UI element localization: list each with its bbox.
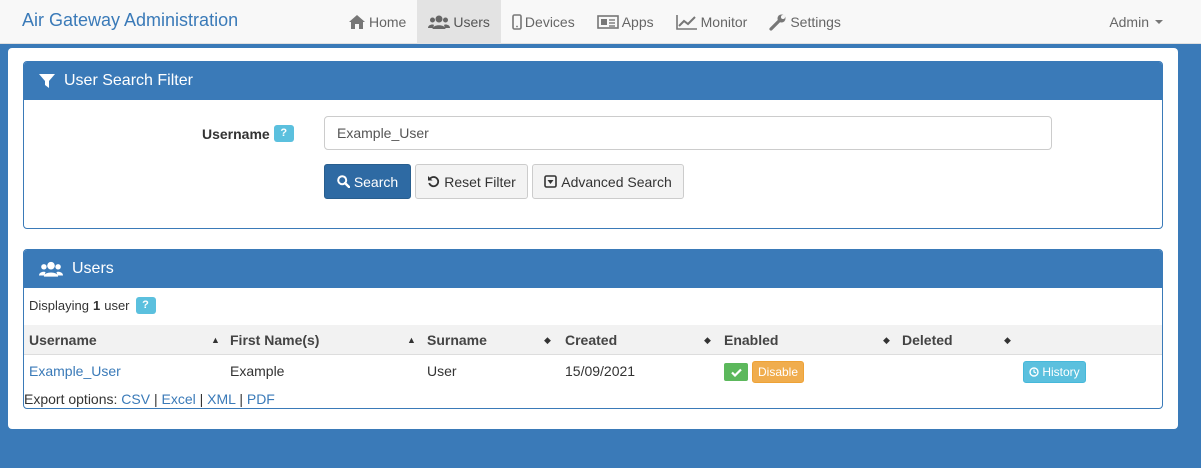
- sort-icon[interactable]: ◆: [704, 325, 711, 355]
- username-input[interactable]: [324, 116, 1052, 150]
- export-pdf-link[interactable]: PDF: [247, 391, 275, 407]
- users-panel-title: Users: [72, 260, 114, 277]
- advanced-search-label: Advanced Search: [561, 173, 672, 190]
- nav-item-monitor[interactable]: Monitor: [665, 0, 759, 44]
- reset-filter-label: Reset Filter: [444, 173, 516, 190]
- history-label: History: [1042, 365, 1080, 379]
- nav-label-users: Users: [453, 14, 490, 30]
- filter-panel-title: User Search Filter: [64, 72, 193, 89]
- column-created[interactable]: Created: [565, 325, 617, 355]
- separator: |: [239, 391, 243, 407]
- main-nav: Home Users Devices Apps Monitor Settings: [337, 0, 852, 44]
- column-username[interactable]: Username: [29, 325, 97, 355]
- users-panel: Users Displaying 1 user ? Username ▲ Fir…: [23, 249, 1163, 409]
- displaying-count: Displaying 1 user ?: [29, 297, 156, 314]
- newspaper-icon: [596, 15, 619, 29]
- username-link[interactable]: Example_User: [29, 363, 121, 379]
- filter-icon: [39, 74, 55, 88]
- undo-icon: [428, 176, 440, 188]
- user-count: 1: [92, 298, 101, 313]
- nav-item-settings[interactable]: Settings: [758, 0, 852, 44]
- export-csv-link[interactable]: CSV: [121, 391, 150, 407]
- cell-created: 15/09/2021: [565, 363, 636, 379]
- home-icon: [349, 15, 365, 29]
- nav-item-devices[interactable]: Devices: [501, 0, 586, 44]
- advanced-search-button[interactable]: Advanced Search: [532, 164, 684, 199]
- displaying-prefix: Displaying: [29, 298, 89, 313]
- search-icon: [337, 175, 350, 188]
- export-label: Export options:: [24, 391, 118, 407]
- sort-icon[interactable]: ▲: [407, 325, 416, 355]
- admin-dropdown[interactable]: Admin: [1109, 0, 1163, 44]
- sort-icon[interactable]: ◆: [1004, 325, 1011, 355]
- users-panel-heading: Users: [24, 250, 1162, 288]
- check-icon: [730, 368, 742, 377]
- main-container: User Search Filter Username ? Search Res…: [8, 48, 1178, 429]
- line-chart-icon: [675, 15, 697, 30]
- disable-button[interactable]: Disable: [752, 361, 804, 383]
- nav-item-users[interactable]: Users: [417, 0, 501, 44]
- nav-item-apps[interactable]: Apps: [586, 0, 665, 44]
- help-badge[interactable]: ?: [273, 125, 294, 142]
- nav-label-monitor: Monitor: [700, 14, 748, 30]
- user-search-filter-panel: User Search Filter Username ? Search Res…: [23, 61, 1163, 229]
- filter-panel-heading: User Search Filter: [24, 62, 1162, 100]
- mobile-icon: [512, 14, 522, 30]
- reset-filter-button[interactable]: Reset Filter: [415, 164, 528, 199]
- users-icon: [428, 15, 451, 29]
- separator: |: [199, 391, 204, 407]
- column-enabled[interactable]: Enabled: [724, 325, 778, 355]
- search-button[interactable]: Search: [324, 164, 411, 199]
- sort-icon[interactable]: ◆: [883, 325, 890, 355]
- nav-label-settings: Settings: [790, 14, 841, 30]
- export-options: Export options: CSV | Excel | XML | PDF: [24, 391, 275, 407]
- nav-label-devices: Devices: [524, 14, 575, 30]
- sort-icon[interactable]: ◆: [544, 325, 551, 355]
- search-button-label: Search: [353, 173, 399, 190]
- wrench-icon: [769, 14, 786, 31]
- nav-item-home[interactable]: Home: [337, 0, 417, 44]
- username-label: Username ?: [202, 125, 294, 142]
- enabled-check-badge: [724, 363, 748, 381]
- table-header: Username ▲ First Name(s) ▲ Surname ◆ Cre…: [24, 325, 1162, 355]
- column-deleted[interactable]: Deleted: [902, 325, 953, 355]
- nav-label-home: Home: [369, 14, 407, 30]
- username-label-text: Username: [202, 125, 270, 142]
- brand-title[interactable]: Air Gateway Administration: [22, 10, 238, 31]
- caret-down-icon: [1155, 20, 1163, 24]
- export-xml-link[interactable]: XML: [207, 391, 235, 407]
- separator: |: [153, 391, 158, 407]
- nav-label-apps: Apps: [621, 14, 654, 30]
- admin-label: Admin: [1109, 14, 1149, 30]
- cell-first-names: Example: [230, 363, 285, 379]
- clock-icon: [1029, 367, 1040, 377]
- cell-surname: User: [427, 363, 457, 379]
- displaying-suffix: user: [104, 298, 130, 313]
- top-navbar: Air Gateway Administration Home Users De…: [0, 0, 1201, 44]
- help-badge[interactable]: ?: [135, 297, 156, 314]
- export-excel-link[interactable]: Excel: [162, 391, 196, 407]
- history-button[interactable]: History: [1023, 361, 1086, 383]
- caret-square-down-icon: [544, 175, 558, 188]
- column-first-names[interactable]: First Name(s): [230, 325, 319, 355]
- users-icon: [39, 261, 63, 277]
- sort-asc-icon[interactable]: ▲: [211, 325, 220, 355]
- column-surname[interactable]: Surname: [427, 325, 487, 355]
